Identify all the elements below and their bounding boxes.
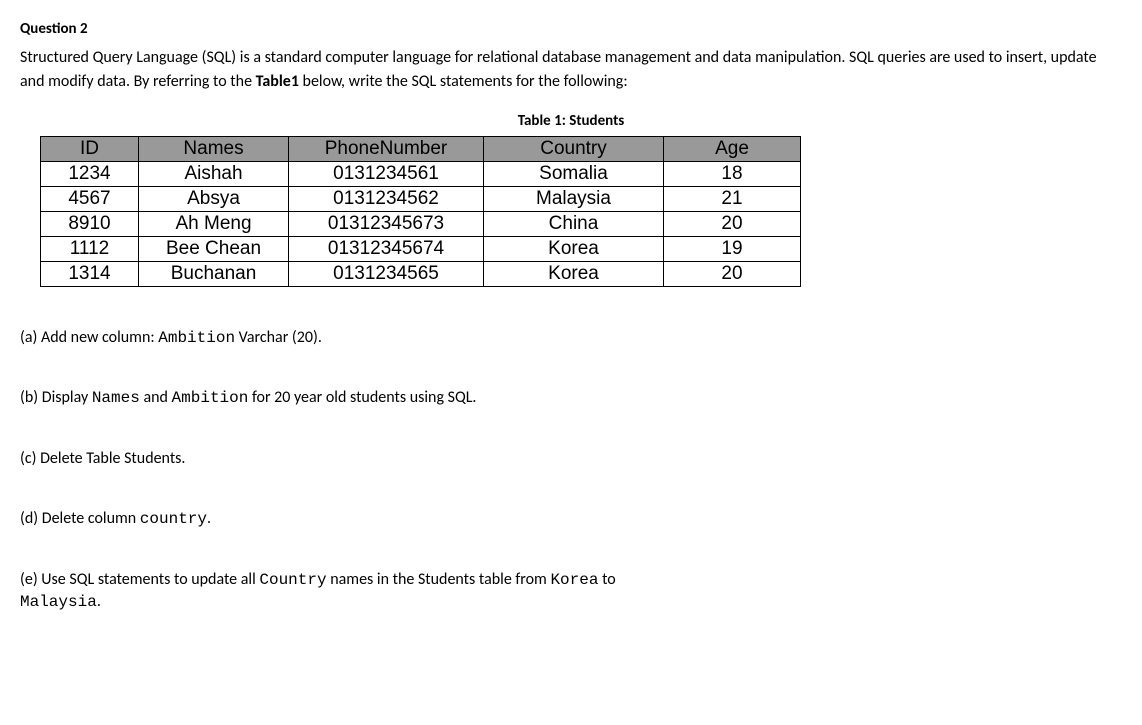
cell-phone: 01312345674 (289, 237, 484, 262)
header-phone: PhoneNumber (289, 137, 484, 162)
sub-e-mid1: names in the Students table from (327, 570, 551, 589)
sub-d-prefix: (d) Delete column (20, 509, 140, 528)
cell-names: Ah Meng (139, 212, 289, 237)
table-header-row: ID Names PhoneNumber Country Age (41, 137, 801, 162)
header-country: Country (484, 137, 664, 162)
students-table: ID Names PhoneNumber Country Age 1234 Ai… (40, 136, 801, 287)
sub-question-b: (b) Display Names and Ambition for 20 ye… (20, 387, 1122, 409)
cell-id: 1314 (41, 262, 139, 287)
table-row: 4567 Absya 0131234562 Malaysia 21 (41, 187, 801, 212)
cell-age: 18 (664, 162, 801, 187)
table-row: 1112 Bee Chean 01312345674 Korea 19 (41, 237, 801, 262)
cell-names: Absya (139, 187, 289, 212)
cell-phone: 0131234562 (289, 187, 484, 212)
question-header: Question 2 (20, 20, 1122, 38)
cell-country: Korea (484, 237, 664, 262)
sub-b-mono1: Names (92, 389, 140, 407)
cell-country: Malaysia (484, 187, 664, 212)
cell-id: 1112 (41, 237, 139, 262)
sub-b-suffix: for 20 year old students using SQL. (248, 388, 476, 407)
cell-age: 20 (664, 212, 801, 237)
sub-e-mono2: Korea (550, 571, 598, 589)
sub-b-mid1: and (140, 388, 172, 407)
cell-age: 19 (664, 237, 801, 262)
cell-id: 8910 (41, 212, 139, 237)
intro-text-2: below, write the SQL statements for the … (299, 72, 628, 91)
table-row: 1234 Aishah 0131234561 Somalia 18 (41, 162, 801, 187)
question-intro: Structured Query Language (SQL) is a sta… (20, 46, 1122, 94)
sub-c-text: (c) Delete Table Students. (20, 449, 185, 468)
sub-e-prefix: (e) Use SQL statements to update all (20, 570, 259, 589)
header-names: Names (139, 137, 289, 162)
cell-names: Buchanan (139, 262, 289, 287)
sub-a-prefix: (a) Add new column: (20, 328, 158, 347)
sub-a-suffix: Varchar (20). (235, 328, 322, 347)
cell-names: Bee Chean (139, 237, 289, 262)
cell-names: Aishah (139, 162, 289, 187)
cell-phone: 01312345673 (289, 212, 484, 237)
sub-a-mono: Ambition (158, 329, 235, 347)
sub-question-a: (a) Add new column: Ambition Varchar (20… (20, 327, 1122, 349)
cell-id: 1234 (41, 162, 139, 187)
cell-age: 21 (664, 187, 801, 212)
table-body: 1234 Aishah 0131234561 Somalia 18 4567 A… (41, 162, 801, 287)
cell-age: 20 (664, 262, 801, 287)
sub-question-e: (e) Use SQL statements to update all Cou… (20, 569, 1122, 614)
sub-e-mono3: Malaysia (20, 593, 97, 611)
cell-country: China (484, 212, 664, 237)
sub-d-suffix: . (207, 509, 211, 528)
header-age: Age (664, 137, 801, 162)
intro-bold: Table1 (256, 72, 299, 91)
cell-phone: 0131234565 (289, 262, 484, 287)
sub-question-d: (d) Delete column country. (20, 508, 1122, 530)
table-caption: Table 1: Students (20, 112, 1122, 130)
header-id: ID (41, 137, 139, 162)
cell-phone: 0131234561 (289, 162, 484, 187)
sub-b-mono2: Ambition (172, 389, 249, 407)
sub-question-c: (c) Delete Table Students. (20, 448, 1122, 470)
cell-country: Korea (484, 262, 664, 287)
cell-id: 4567 (41, 187, 139, 212)
sub-d-mono: country (140, 510, 207, 528)
sub-e-mid2: to (598, 570, 615, 589)
sub-e-mono1: Country (259, 571, 326, 589)
sub-b-prefix: (b) Display (20, 388, 92, 407)
sub-e-suffix: . (97, 592, 101, 611)
table-row: 8910 Ah Meng 01312345673 China 20 (41, 212, 801, 237)
table-row: 1314 Buchanan 0131234565 Korea 20 (41, 262, 801, 287)
cell-country: Somalia (484, 162, 664, 187)
